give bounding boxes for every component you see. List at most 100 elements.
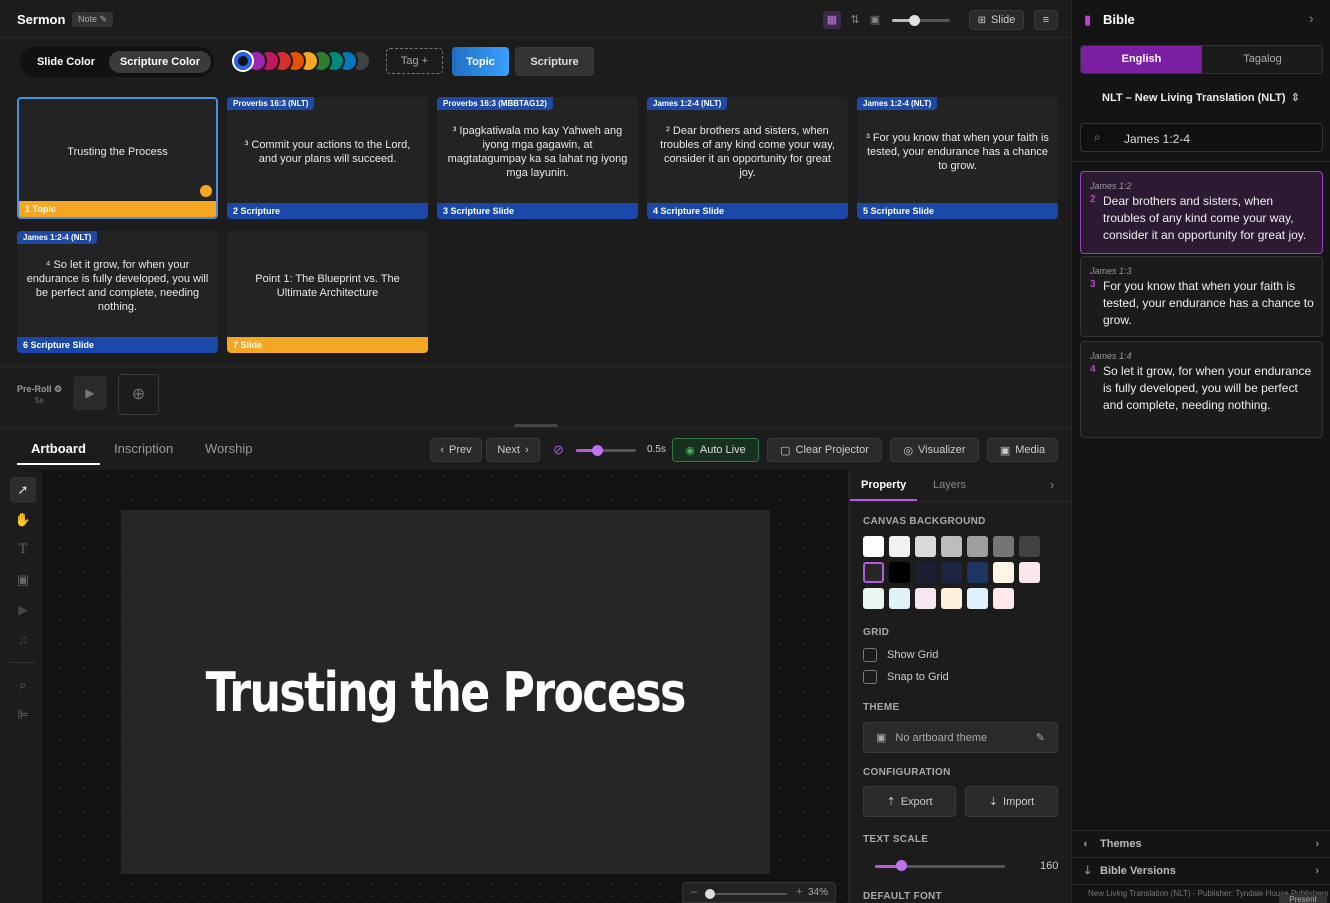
select-tool-icon[interactable]: ➚ (10, 477, 36, 503)
slide-card[interactable]: Trusting the Process 1 Topic (17, 97, 218, 219)
collapse-icon[interactable]: › (1050, 477, 1054, 492)
bible-search[interactable]: ⌕ James 1:2-4 (1080, 123, 1323, 152)
hand-tool-icon[interactable]: ✋ (10, 507, 36, 533)
zoom-level: 34% (808, 887, 829, 898)
export-button[interactable]: ⇡ Export (863, 786, 956, 817)
lang-english[interactable]: English (1081, 46, 1202, 73)
edit-icon[interactable]: ✎ (1036, 731, 1045, 744)
align-icon[interactable]: ⊫ (10, 702, 36, 728)
slide-card[interactable]: Proverbs 16:3 (MBBTAG12) ³ Ipagkatiwala m… (437, 97, 638, 219)
prev-button[interactable]: ‹ Prev (430, 438, 482, 462)
zoom-in-button[interactable]: + (796, 886, 802, 898)
topic-button[interactable]: Topic (452, 47, 509, 76)
background-swatch[interactable] (993, 588, 1014, 609)
artboard-canvas[interactable]: Trusting the Process – + 34% (42, 470, 848, 903)
slide-button[interactable]: ⊞ Slide (969, 10, 1024, 30)
thumbnail-size-knob[interactable] (909, 15, 920, 26)
search-input[interactable]: James 1:2-4 (1124, 132, 1190, 146)
slide-color-tab[interactable]: Slide Color (26, 51, 106, 73)
bible-footer: New Living Translation (NLT) - Publisher… (1072, 884, 1330, 903)
link-icon[interactable]: ⊘ (553, 442, 564, 458)
note-button[interactable]: Note ✎ (72, 12, 114, 27)
text-tool-icon[interactable]: T (10, 537, 36, 563)
tab-layers[interactable]: Layers (933, 479, 966, 491)
background-swatch[interactable] (915, 562, 936, 583)
text-scale-knob[interactable] (896, 860, 907, 871)
snap-grid-checkbox[interactable] (863, 670, 877, 684)
language-toggle: English Tagalog (1080, 45, 1323, 74)
grid-view-icon[interactable]: ▦ (823, 11, 841, 29)
add-tag-button[interactable]: Tag + (386, 48, 443, 74)
tab-artboard[interactable]: Artboard (31, 441, 86, 456)
clear-projector-button[interactable]: ▢ Clear Projector (767, 438, 882, 462)
image-view-icon[interactable]: ▣ (866, 11, 884, 29)
auto-live-button[interactable]: ◉ Auto Live (672, 438, 759, 462)
zoom-out-button[interactable]: – (691, 886, 697, 898)
list-view-icon[interactable]: ⇅ (846, 11, 864, 29)
lang-tagalog[interactable]: Tagalog (1202, 46, 1323, 73)
theme-selector[interactable]: ▣ No artboard theme ✎ (863, 722, 1058, 753)
verse-item[interactable]: James 1:3 3 For you know that when your fa… (1080, 256, 1323, 337)
translation-select[interactable]: NLT – New Living Translation (NLT) ⇕ (1086, 84, 1316, 113)
transition-knob[interactable] (592, 445, 603, 456)
themes-section[interactable]: ◐ Themes › (1072, 830, 1330, 857)
verse-item[interactable]: James 1:4 4 So let it grow, for when your … (1080, 341, 1323, 438)
download-icon: ⇣ (988, 796, 999, 808)
background-swatch[interactable] (889, 536, 910, 557)
background-swatch[interactable] (863, 536, 884, 557)
background-swatch[interactable] (863, 588, 884, 609)
scripture-color-tab[interactable]: Scripture Color (109, 51, 211, 73)
search-icon[interactable]: ⌕ (10, 672, 36, 698)
scripture-button[interactable]: Scripture (515, 47, 594, 76)
slide-card[interactable]: James 1:2-4 (NLT) ³ For you know that whe… (857, 97, 1058, 219)
slide-footer: 1 Topic (19, 201, 216, 217)
background-swatch[interactable] (915, 588, 936, 609)
video-tool-icon[interactable]: ▶ (10, 597, 36, 623)
slide-card[interactable]: James 1:2-4 (NLT) ⁴ So let it grow, for w… (17, 231, 218, 353)
verse-reference: James 1:3 (1090, 266, 1132, 276)
slide-text: Trusting the Process (67, 146, 168, 158)
show-grid-checkbox[interactable] (863, 648, 877, 662)
artboard[interactable]: Trusting the Process (121, 510, 770, 874)
background-swatch[interactable] (993, 536, 1014, 557)
chevron-right-icon[interactable]: › (1309, 10, 1314, 26)
background-swatch[interactable] (1019, 562, 1040, 583)
music-tool-icon[interactable]: ♫ (10, 627, 36, 653)
add-preroll-icon[interactable]: ⊕ (118, 374, 159, 415)
media-button[interactable]: ▣ Media (987, 438, 1058, 462)
chevron-right-icon: › (524, 444, 529, 456)
background-swatch[interactable] (941, 536, 962, 557)
tab-worship[interactable]: Worship (205, 441, 252, 456)
background-swatch[interactable] (889, 562, 910, 583)
background-swatch[interactable] (863, 562, 884, 583)
background-swatch[interactable] (915, 536, 936, 557)
background-swatch[interactable] (941, 588, 962, 609)
image-tool-icon[interactable]: ▣ (10, 567, 36, 593)
tab-inscription[interactable]: Inscription (114, 441, 173, 456)
default-font-heading: DEFAULT FONT (863, 891, 942, 902)
canvas-background-heading: CANVAS BACKGROUND (863, 516, 986, 527)
bible-versions-section[interactable]: ⇣ Bible Versions › (1072, 857, 1330, 884)
slide-card[interactable]: Proverbs 16:3 (NLT) ³ Commit your actions… (227, 97, 428, 219)
palette-color-1[interactable] (232, 50, 254, 72)
background-swatch[interactable] (967, 562, 988, 583)
zoom-knob[interactable] (705, 889, 715, 899)
visualizer-button[interactable]: ◎ Visualizer (890, 438, 979, 462)
filter-icon[interactable]: ≡ (1034, 10, 1058, 30)
artboard-text[interactable]: Trusting the Process (206, 661, 687, 724)
play-icon[interactable]: ▶ (73, 376, 107, 410)
verse-item[interactable]: James 1:2 2 Dear brothers and sisters, whe… (1080, 171, 1323, 254)
background-swatch[interactable] (993, 562, 1014, 583)
present-button[interactable]: Present (1279, 894, 1327, 903)
background-swatch[interactable] (967, 536, 988, 557)
zoom-slider[interactable] (705, 893, 787, 895)
background-swatch[interactable] (1019, 536, 1040, 557)
background-swatch[interactable] (967, 588, 988, 609)
background-swatch[interactable] (941, 562, 962, 583)
slide-card[interactable]: James 1:2-4 (NLT) ² Dear brothers and sis… (647, 97, 848, 219)
next-button[interactable]: Next › (486, 438, 540, 462)
tab-property[interactable]: Property (861, 479, 906, 491)
background-swatch[interactable] (889, 588, 910, 609)
import-button[interactable]: ⇣ Import (965, 786, 1058, 817)
slide-card[interactable]: Point 1: The Blueprint vs. The Ultimate … (227, 231, 428, 353)
